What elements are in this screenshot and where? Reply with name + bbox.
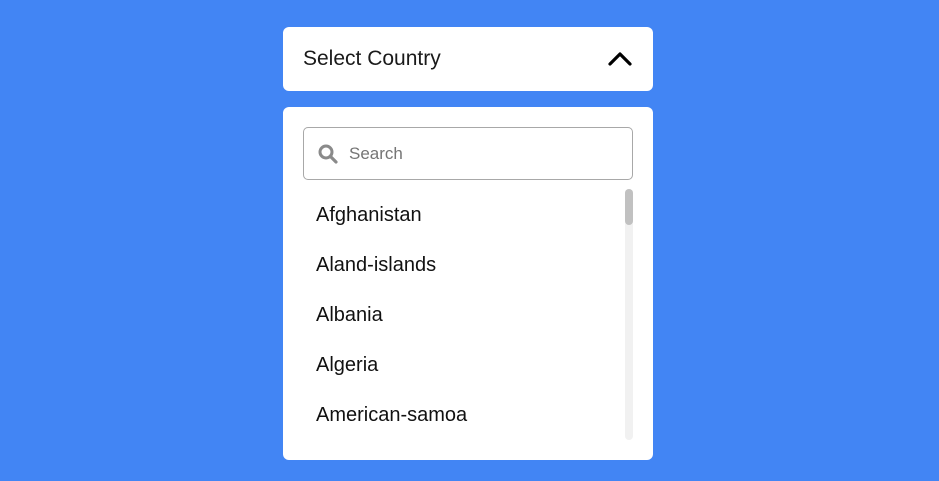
list-item[interactable]: Albania — [303, 290, 608, 340]
country-dropdown: Afghanistan Aland-islands Albania Algeri… — [283, 107, 653, 460]
scrollbar[interactable] — [625, 189, 633, 440]
list-item[interactable]: Afghanistan — [303, 190, 608, 240]
country-select[interactable]: Select Country — [283, 27, 653, 91]
list-item[interactable]: Algeria — [303, 340, 608, 390]
search-input[interactable] — [347, 142, 611, 165]
search-icon — [317, 143, 339, 165]
scrollbar-thumb[interactable] — [625, 189, 633, 225]
chevron-up-icon[interactable] — [607, 46, 633, 72]
search-box[interactable] — [303, 127, 633, 180]
list-item[interactable]: Aland-islands — [303, 240, 608, 290]
country-list: Afghanistan Aland-islands Albania Algeri… — [303, 190, 608, 440]
list-item[interactable]: American-samoa — [303, 390, 608, 440]
select-label: Select Country — [303, 47, 441, 70]
